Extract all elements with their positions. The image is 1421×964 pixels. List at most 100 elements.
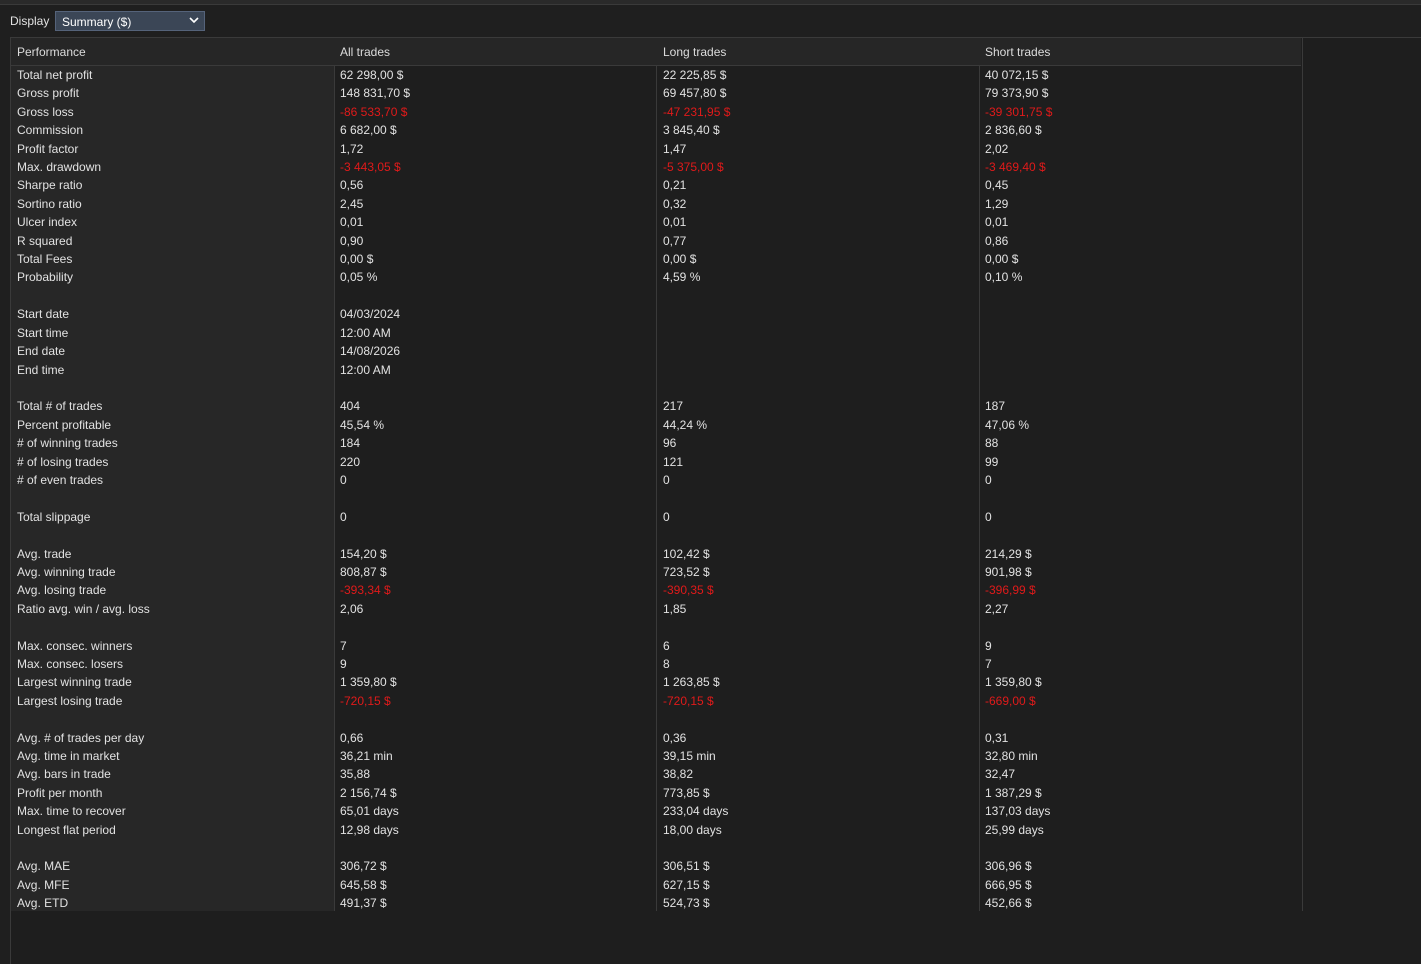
value-short-trades: 79 373,90 $ (985, 86, 1049, 101)
value-all-trades: 62 298,00 $ (340, 68, 404, 82)
row-label: # of losing trades (17, 454, 109, 469)
value-short-trades: 88 (985, 436, 999, 451)
row-label: End time (17, 362, 65, 377)
row-label: Max. consec. losers (17, 657, 124, 671)
table-row: Avg. losing trade -393,34 $ -390,35 $ -396,… (11, 581, 1301, 599)
value-short-trades: 2,02 (985, 141, 1009, 156)
table-row: Probability 0,05 % 4,59 % 0,10 % (11, 268, 1301, 286)
table-spacer-row (11, 618, 1301, 636)
value-all-trades: 2 156,74 $ (340, 785, 397, 800)
value-short-trades: 901,98 $ (985, 564, 1032, 579)
row-label: Avg. time in market (17, 749, 120, 764)
table-row: Profit per month 2 156,74 $ 773,85 $ 1 387,… (11, 784, 1301, 802)
value-short-trades: 0 (985, 472, 992, 487)
value-long-trades: -720,15 $ (663, 693, 714, 708)
table-row: Avg. time in market 36,21 min 39,15 min 32,… (11, 747, 1301, 765)
value-all-trades: 148 831,70 $ (340, 86, 411, 101)
table-row: # of even trades 0 0 0 (11, 471, 1301, 489)
row-label: Total slippage (17, 509, 91, 524)
display-select[interactable]: Summary ($) (55, 11, 205, 31)
value-long-trades: 121 (663, 454, 684, 469)
value-short-trades: -669,00 $ (985, 693, 1036, 708)
value-long-trades: 38,82 (663, 767, 694, 782)
row-label: Max. consec. winners (17, 638, 133, 653)
header-performance[interactable]: Performance (17, 45, 86, 59)
value-all-trades: 12,98 days (340, 822, 399, 837)
table-row: Avg. bars in trade 35,88 38,82 32,47 (11, 765, 1301, 783)
value-all-trades: 306,72 $ (340, 859, 387, 874)
value-long-trades: 8 (663, 657, 670, 671)
row-label: End date (17, 344, 66, 359)
chevron-down-icon (189, 17, 199, 24)
value-long-trades: 306,51 $ (663, 859, 710, 874)
value-all-trades: -393,34 $ (340, 583, 391, 598)
table-row: Ratio avg. win / avg. loss 2,06 1,85 2,27 (11, 600, 1301, 618)
header-all-trades[interactable]: All trades (340, 45, 390, 59)
table-row: Avg. MAE 306,72 $ 306,51 $ 306,96 $ (11, 857, 1301, 875)
value-short-trades: 0,45 (985, 178, 1009, 193)
row-label: Start date (17, 307, 70, 322)
table-row: Start date 04/03/2024 (11, 305, 1301, 323)
row-label: Total # of trades (17, 399, 103, 414)
table-spacer-row (11, 710, 1301, 728)
value-long-trades: 524,73 $ (663, 896, 710, 911)
table-header: Performance All trades Long trades Short… (11, 38, 1301, 66)
value-all-trades: 0,66 (340, 730, 364, 745)
table-row: # of losing trades 220 121 99 (11, 453, 1301, 471)
table-row: # of winning trades 184 96 88 (11, 434, 1301, 452)
table-row: Largest winning trade 1 359,80 $ 1 263,85 … (11, 673, 1301, 691)
display-select-value: Summary ($) (62, 15, 132, 29)
value-long-trades: 4,59 % (663, 270, 701, 285)
value-long-trades: 773,85 $ (663, 785, 710, 800)
value-long-trades: 233,04 days (663, 804, 729, 819)
table-spacer-row (11, 839, 1301, 857)
table-row: R squared 0,90 0,77 0,86 (11, 232, 1301, 250)
value-all-trades: 65,01 days (340, 804, 399, 819)
value-long-trades: 723,52 $ (663, 564, 710, 579)
row-label: Avg. trade (17, 546, 72, 561)
table-row: Longest flat period 12,98 days 18,00 days 2… (11, 821, 1301, 839)
value-short-trades: 2 836,60 $ (985, 123, 1042, 138)
value-all-trades: 14/08/2026 (340, 344, 401, 359)
row-label: Avg. bars in trade (17, 767, 111, 782)
row-label: Longest flat period (17, 822, 116, 837)
row-label: Gross profit (17, 86, 80, 101)
value-long-trades: 6 (663, 638, 670, 653)
row-label: Total Fees (17, 252, 73, 267)
table-row: End time 12:00 AM (11, 361, 1301, 379)
table-row: Max. time to recover 65,01 days 233,04 day… (11, 802, 1301, 820)
value-short-trades: 0,10 % (985, 270, 1023, 285)
value-short-trades: 1,29 (985, 196, 1009, 211)
value-all-trades: -3 443,05 $ (340, 160, 401, 175)
table-row: Avg. MFE 645,58 $ 627,15 $ 666,95 $ (11, 876, 1301, 894)
performance-panel: Performance All trades Long trades Short… (10, 37, 1421, 964)
value-short-trades: 137,03 days (985, 804, 1051, 819)
value-long-trades: 18,00 days (663, 822, 722, 837)
value-short-trades: 0,01 (985, 215, 1009, 230)
row-label: Sharpe ratio (17, 178, 83, 193)
row-label: Ratio avg. win / avg. loss (17, 601, 150, 616)
value-all-trades: 04/03/2024 (340, 307, 401, 322)
row-label: Largest losing trade (17, 693, 123, 708)
value-short-trades: 2,27 (985, 601, 1009, 616)
value-all-trades: 220 (340, 454, 361, 469)
table-row: Sortino ratio 2,45 0,32 1,29 (11, 195, 1301, 213)
value-long-trades: 39,15 min (663, 749, 716, 764)
value-all-trades: 0 (340, 472, 347, 487)
value-short-trades: 0,86 (985, 233, 1009, 248)
table-row: Total Fees 0,00 $ 0,00 $ 0,00 $ (11, 250, 1301, 268)
value-all-trades: 12:00 AM (340, 325, 391, 340)
value-long-trades: 44,24 % (663, 417, 708, 432)
value-long-trades: 217 (663, 399, 684, 414)
row-label: Largest winning trade (17, 675, 132, 690)
table-row: Gross profit 148 831,70 $ 69 457,80 $ 79 37… (11, 84, 1301, 102)
header-short-trades[interactable]: Short trades (985, 45, 1050, 59)
value-all-trades: 0,01 (340, 215, 364, 230)
table-row: Avg. winning trade 808,87 $ 723,52 $ 901,98… (11, 563, 1301, 581)
value-long-trades: 0,77 (663, 233, 687, 248)
value-long-trades: 102,42 $ (663, 546, 710, 561)
table-row: Avg. trade 154,20 $ 102,42 $ 214,29 $ (11, 545, 1301, 563)
value-long-trades: 0,36 (663, 730, 687, 745)
table-row: Avg. # of trades per day 0,66 0,36 0,31 (11, 729, 1301, 747)
header-long-trades[interactable]: Long trades (663, 45, 726, 59)
